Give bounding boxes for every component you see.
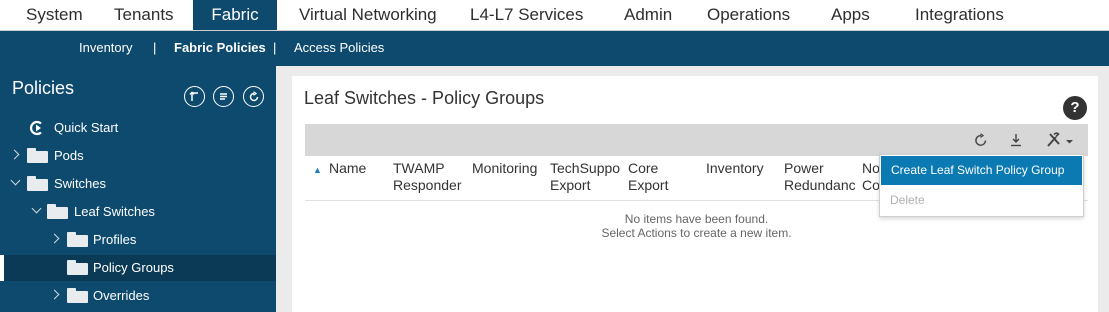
sub-nav: Inventory | Fabric Policies | Access Pol… (0, 31, 1109, 66)
tree-item-policy-groups[interactable]: Policy Groups (0, 255, 276, 281)
tab-integrations[interactable]: Integrations (915, 0, 1004, 30)
column-header-text: Inventory (706, 160, 764, 176)
column-header-text: TechSupport (550, 160, 621, 176)
column-header-text: Monitoring (472, 160, 538, 176)
tab-virtual-networking[interactable]: Virtual Networking (299, 0, 437, 30)
table-toolbar (305, 124, 1088, 156)
folder-icon (67, 288, 88, 303)
refresh-icon[interactable] (973, 132, 989, 151)
tree-item-switches[interactable]: Switches (0, 171, 276, 197)
refresh-icon[interactable] (243, 86, 264, 107)
folder-icon (67, 232, 88, 247)
sidebar: Policies Quick Start Pods Switches Leaf … (0, 66, 276, 312)
empty-state-line: Select Actions to create a new item. (601, 226, 792, 240)
tab-tenants[interactable]: Tenants (114, 0, 174, 30)
subnav-separator: | (153, 40, 157, 55)
tree-item-leaf-switches[interactable]: Leaf Switches (0, 199, 276, 225)
column-header-text: Responder (393, 177, 462, 193)
column-header-text: Name (329, 160, 367, 176)
chevron-right-icon[interactable] (49, 233, 60, 244)
tab-system[interactable]: System (26, 0, 83, 30)
tab-l4-l7-services[interactable]: L4-L7 Services (470, 0, 583, 30)
column-header-text: Core (628, 160, 659, 176)
column-header-text: Redundancy (784, 177, 855, 193)
selection-indicator (0, 255, 4, 281)
subnav-separator: | (273, 40, 277, 55)
tree-label: Leaf Switches (74, 204, 155, 219)
column-header-techsupport-export[interactable]: TechSupport Export (550, 160, 621, 194)
tree-label: Quick Start (54, 120, 119, 135)
column-header-twamp-responder[interactable]: TWAMP Responder (393, 160, 463, 194)
tab-fabric[interactable]: Fabric (193, 0, 277, 30)
tree-item-overrides[interactable]: Overrides (0, 283, 276, 309)
column-header-inventory[interactable]: Inventory (706, 160, 776, 177)
tree-label: Policy Groups (93, 260, 174, 275)
column-header-power-redundancy[interactable]: Power Redundancy (784, 160, 855, 194)
column-header-text: Power (784, 160, 824, 176)
column-header-text: No (862, 160, 880, 176)
tree-label: Overrides (93, 288, 150, 303)
chevron-right-icon[interactable] (9, 149, 20, 160)
actions-menu: Create Leaf Switch Policy Group Delete (879, 154, 1084, 217)
list-icon[interactable] (213, 86, 234, 107)
tab-admin[interactable]: Admin (624, 0, 672, 30)
column-header-text: Co (862, 177, 880, 193)
folder-icon (27, 148, 48, 163)
column-header-name[interactable]: Name (329, 160, 389, 177)
tab-operations[interactable]: Operations (707, 0, 790, 30)
column-header-core-export[interactable]: Core Export (628, 160, 698, 194)
column-header-text: Export (628, 177, 669, 193)
tools-icon[interactable] (1045, 131, 1075, 152)
column-header-truncated[interactable]: No Co (862, 160, 880, 194)
sidebar-title: Policies (12, 78, 75, 98)
page-title: Leaf Switches - Policy Groups (304, 88, 545, 108)
column-header-monitoring[interactable]: Monitoring (472, 160, 543, 177)
tree-item-quick-start[interactable]: Quick Start (0, 115, 276, 141)
subnav-access-policies[interactable]: Access Policies (294, 31, 384, 64)
tree-item-pods[interactable]: Pods (0, 143, 276, 169)
subnav-inventory[interactable]: Inventory (79, 31, 132, 64)
column-header-text: Export (550, 177, 591, 193)
tab-apps[interactable]: Apps (831, 0, 870, 30)
top-nav: System Tenants Fabric Virtual Networking… (0, 0, 1109, 31)
tree-item-profiles[interactable]: Profiles (0, 227, 276, 253)
help-icon[interactable]: ? (1063, 96, 1087, 120)
back-icon[interactable] (184, 86, 205, 107)
menu-item-delete: Delete (890, 193, 925, 207)
chevron-right-icon[interactable] (49, 289, 60, 300)
menu-item-create-leaf-switch-policy-group[interactable]: Create Leaf Switch Policy Group (881, 156, 1082, 185)
tree-label: Pods (54, 148, 84, 163)
download-icon[interactable] (1008, 132, 1024, 151)
tree-label: Profiles (93, 232, 137, 247)
folder-icon (47, 204, 68, 219)
column-header-text: TWAMP (393, 160, 445, 176)
quick-start-icon (28, 120, 46, 139)
folder-icon (67, 260, 88, 275)
folder-icon (27, 176, 48, 191)
tree-label: Switches (54, 176, 107, 191)
subnav-fabric-policies[interactable]: Fabric Policies (174, 31, 266, 64)
chevron-down-icon[interactable] (31, 203, 42, 214)
sort-ascending-icon: ▲ (313, 165, 322, 175)
chevron-down-icon[interactable] (10, 175, 21, 186)
